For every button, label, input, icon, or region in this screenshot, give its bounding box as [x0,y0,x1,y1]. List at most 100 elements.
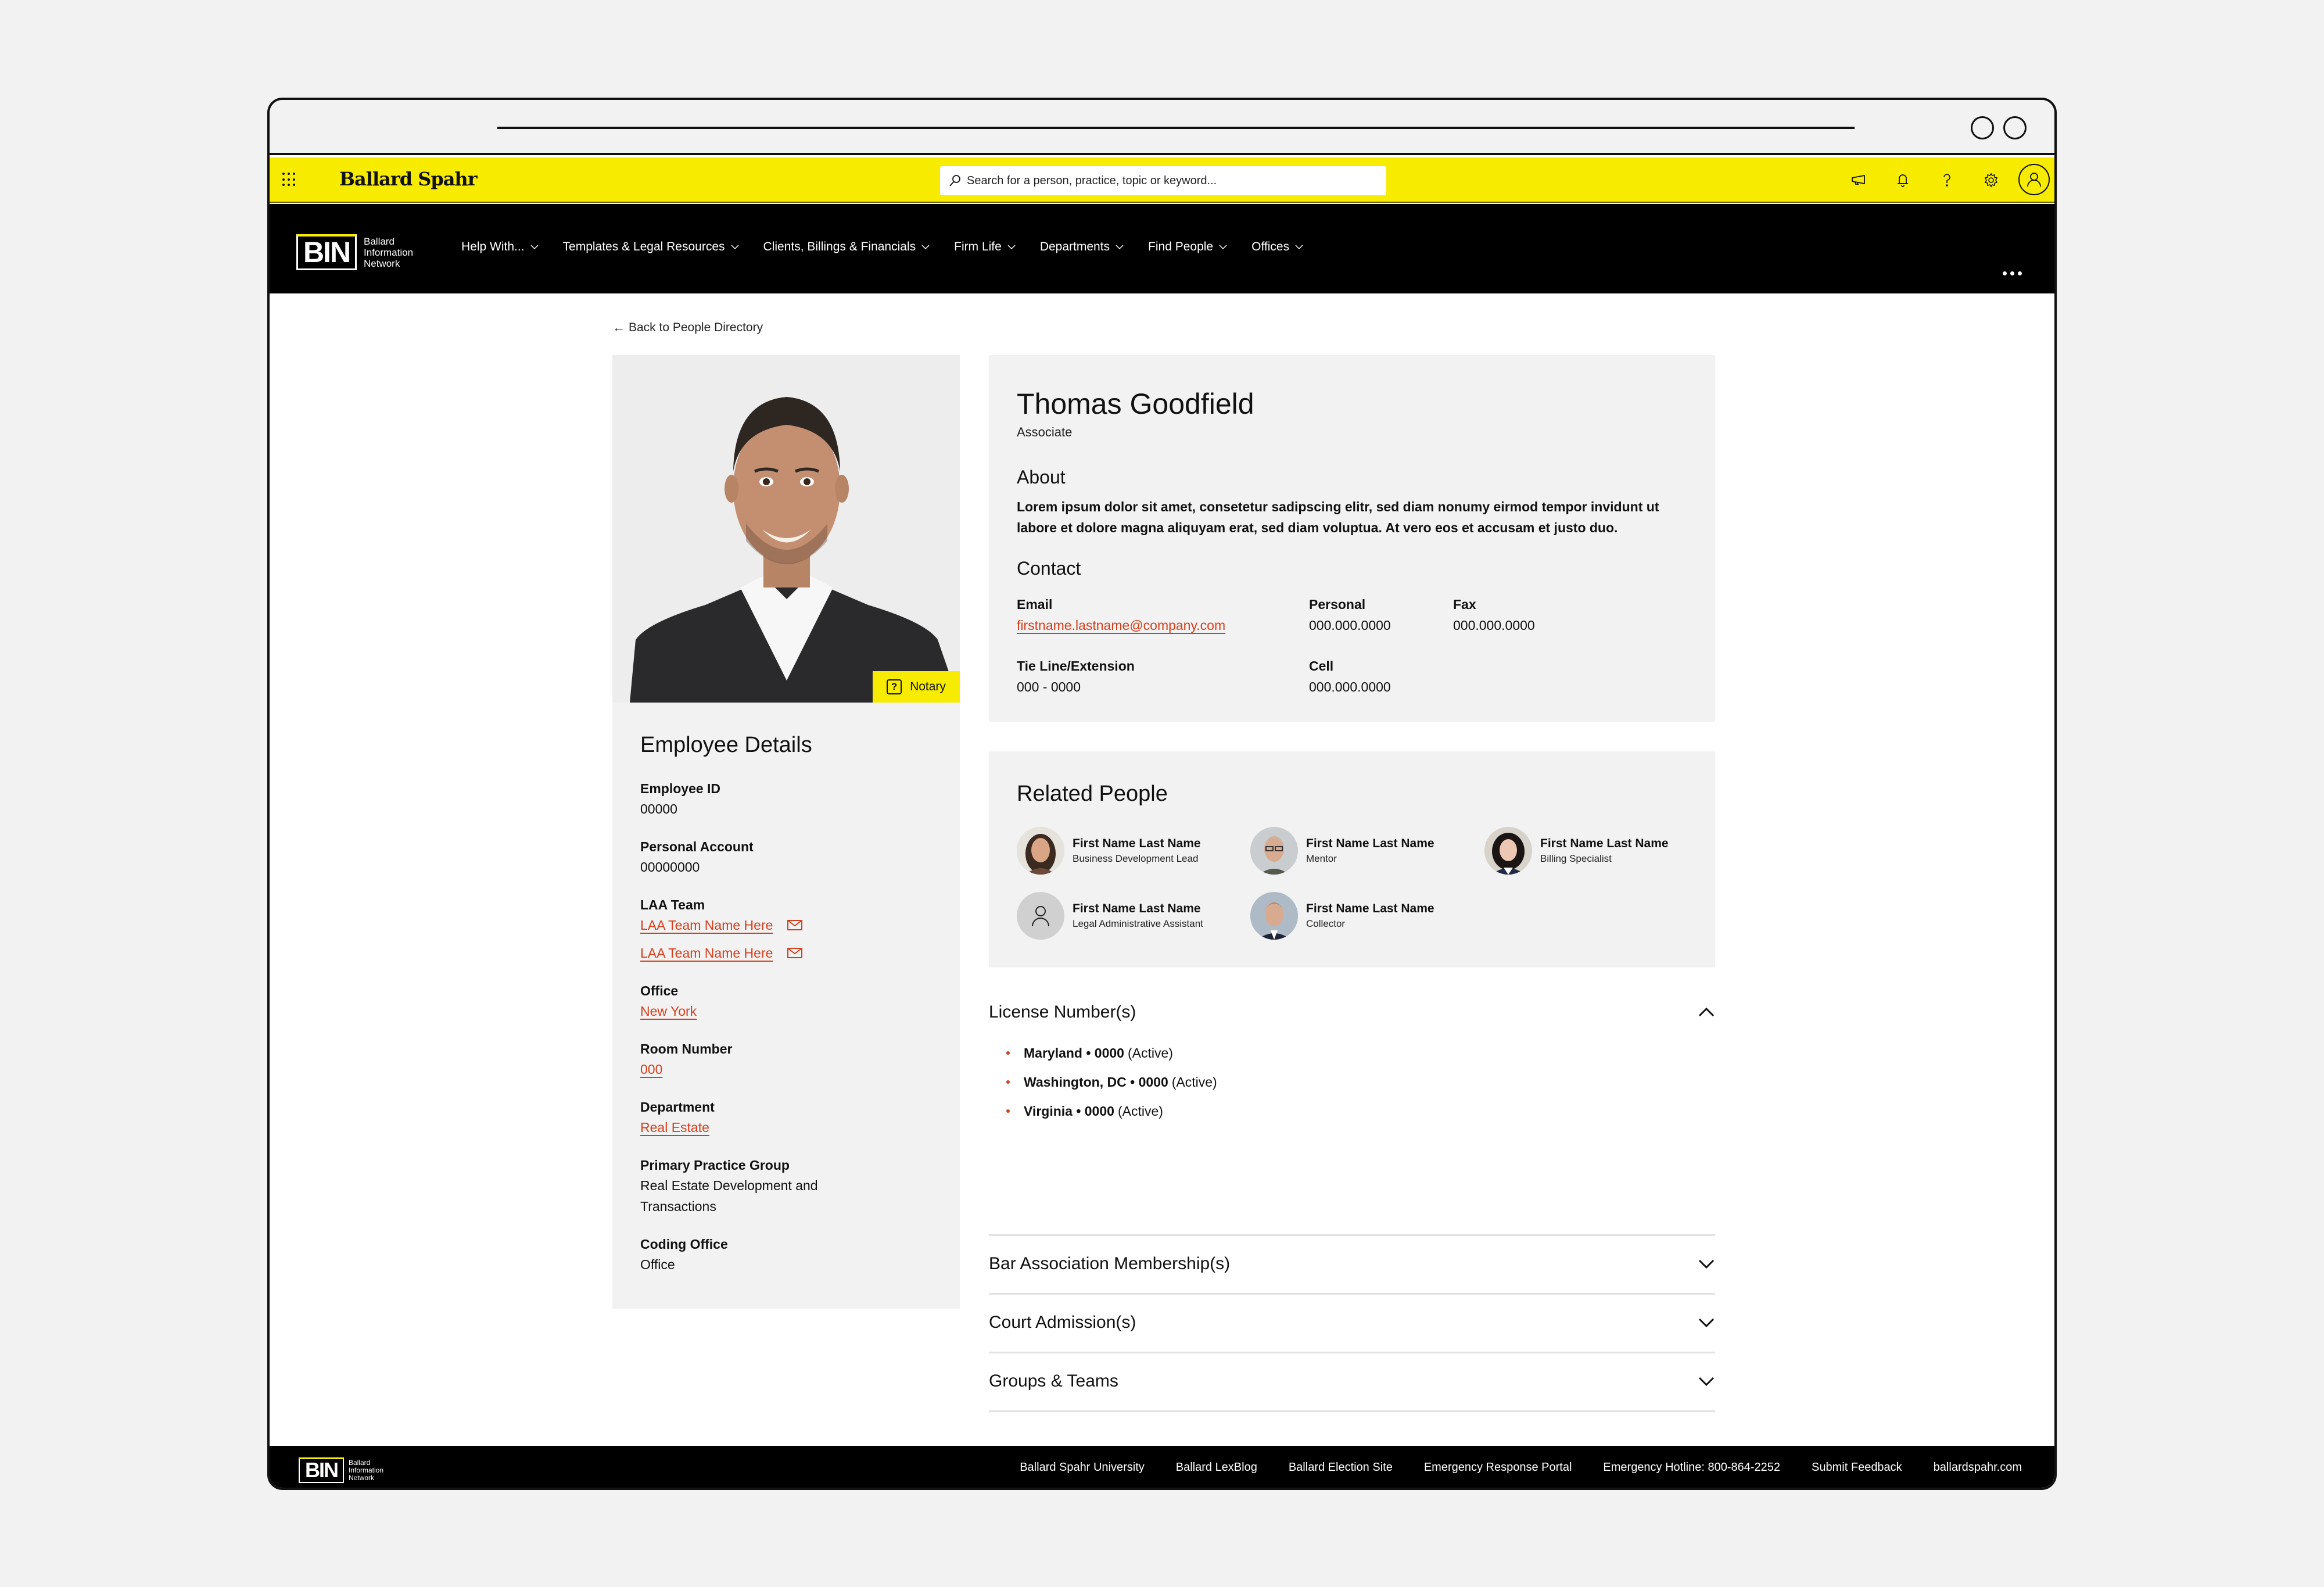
related-person[interactable]: First Name Last Name Legal Administrative… [1017,892,1203,940]
office-link[interactable]: New York [640,1004,697,1019]
footer-links: Ballard Spahr University Ballard LexBlog… [988,1461,2022,1474]
chevron-down-icon [1219,245,1227,249]
office-field: Office New York [640,983,697,1019]
nav-item-firm-life[interactable]: Firm Life [954,240,1016,254]
profile-portrait [612,355,960,703]
room-number-field: Room Number 000 [640,1041,733,1077]
license-accordion: License Number(s) Maryland • 0000 (Active… [989,998,1715,1126]
contact-grid: Email firstname.lastname@company.com Per… [1017,590,1691,700]
chevron-down-icon [1698,1259,1715,1269]
chevron-down-icon [1116,245,1124,249]
nav-item-offices[interactable]: Offices [1251,240,1303,254]
user-avatar-icon[interactable] [2018,164,2050,195]
footer-link-emergency-portal[interactable]: Emergency Response Portal [1424,1461,1572,1474]
nav-item-find-people[interactable]: Find People [1148,240,1227,254]
license-item: Washington, DC • 0000 (Active) [1006,1067,1715,1097]
court-admission-accordion: Court Admission(s) [989,1308,1715,1337]
mail-icon[interactable] [787,919,803,931]
bin-logo-text: Ballard Information Network [349,1458,384,1482]
contact-heading: Contact [1017,558,1081,579]
nav-item-clients-billings[interactable]: Clients, Billings & Financials [763,240,930,254]
bin-logo[interactable]: BIN Ballard Information Network [296,234,413,270]
chevron-down-icon [921,245,930,249]
employee-details: Employee Details Employee ID 00000 Perso… [640,733,942,1292]
groups-teams-accordion-header[interactable]: Groups & Teams [989,1367,1715,1396]
profile-photo: ? Notary [612,355,960,703]
browser-chrome [270,100,2054,155]
megaphone-icon[interactable] [1848,169,1870,191]
coding-office-field: Coding Office Office [640,1234,942,1275]
license-item: Virginia • 0000 (Active) [1006,1097,1715,1126]
department-field: Department Real Estate [640,1099,715,1135]
footer-bin-logo[interactable]: BIN Ballard Information Network [299,1457,383,1483]
bar-association-accordion-header[interactable]: Bar Association Membership(s) [989,1249,1715,1278]
room-number-link[interactable]: 000 [640,1062,662,1077]
bin-logo-text: Ballard Information Network [364,235,414,269]
main-nav: BIN Ballard Information Network Help Wit… [270,204,2054,293]
laa-team-link[interactable]: LAA Team Name Here [640,943,773,963]
search-input[interactable] [967,174,1373,188]
footer-link-lexblog[interactable]: Ballard LexBlog [1176,1461,1257,1474]
app-launcher-icon[interactable] [282,173,295,187]
nav-item-help-with[interactable]: Help With... [461,240,539,254]
person-title: Associate [1017,425,1073,439]
window-button[interactable] [2003,116,2027,139]
related-person[interactable]: First Name Last Name Mentor [1250,827,1434,875]
employee-id-field: Employee ID 00000 [640,779,942,819]
related-person[interactable]: First Name Last Name Business Development… [1017,827,1201,875]
personal-account-field: Personal Account 00000000 [640,837,942,877]
laa-team-field: LAA Team LAA Team Name Here LAA Team Nam… [640,895,942,963]
divider [989,1293,1715,1295]
chevron-down-icon [731,245,739,249]
bar-association-accordion: Bar Association Membership(s) [989,1249,1715,1278]
footer-link-website[interactable]: ballardspahr.com [1934,1461,2022,1474]
practice-group-field: Primary Practice Group Real Estate Devel… [640,1155,942,1217]
more-options-icon[interactable] [2003,271,2022,275]
nav-menu: Help With... Templates & Legal Resources… [461,240,1328,254]
department-link[interactable]: Real Estate [640,1120,709,1135]
related-person[interactable]: First Name Last Name Billing Specialist [1484,827,1669,875]
person-avatar [1484,827,1532,875]
license-accordion-header[interactable]: License Number(s) [989,998,1715,1027]
back-to-directory-link[interactable]: ← Back to People Directory [612,320,763,335]
footer-link-election-site[interactable]: Ballard Election Site [1289,1461,1393,1474]
bin-logo-mark: BIN [296,234,357,270]
address-bar[interactable] [497,127,1855,129]
gear-icon[interactable] [1980,169,2002,191]
related-person[interactable]: First Name Last Name Collector [1250,892,1434,940]
chevron-down-icon [1295,245,1303,249]
court-admission-accordion-header[interactable]: Court Admission(s) [989,1308,1715,1337]
profile-summary-card: Thomas Goodfield Associate About Lorem i… [989,355,1715,722]
nav-item-templates[interactable]: Templates & Legal Resources [563,240,739,254]
bell-icon[interactable] [1892,169,1914,191]
bin-logo-mark: BIN [299,1457,344,1483]
divider [989,1410,1715,1412]
footer-link-university[interactable]: Ballard Spahr University [1020,1461,1145,1474]
help-icon[interactable] [1936,169,1958,191]
employee-card: ? Notary Employee Details Employee ID 00… [612,355,960,1309]
person-avatar-placeholder [1017,892,1064,940]
groups-teams-accordion: Groups & Teams [989,1367,1715,1396]
footer-link-emergency-hotline[interactable]: Emergency Hotline: 800-864-2252 [1603,1461,1780,1474]
related-people-heading: Related People [1017,782,1168,806]
related-people-card: Related People First Name Last Name Busin… [989,751,1715,968]
mail-icon[interactable] [787,947,803,959]
chevron-down-icon [1007,245,1016,249]
tieline-field: Tie Line/Extension 000 - 0000 [1017,658,1135,694]
personal-phone-field: Personal 000.000.0000 [1309,597,1391,633]
window-button[interactable] [1971,116,1994,139]
laa-team-link[interactable]: LAA Team Name Here [640,915,773,936]
footer: BIN Ballard Information Network Ballard … [270,1446,2054,1488]
chevron-down-icon [530,245,539,249]
fax-field: Fax 000.000.0000 [1453,597,1535,633]
search-box[interactable] [940,166,1386,195]
arrow-left-icon: ← [612,320,625,335]
divider [989,1234,1715,1236]
user-icon [1032,906,1049,927]
search-icon [949,175,960,187]
brand-logo[interactable]: Ballard Spahr [339,168,478,190]
email-link[interactable]: firstname.lastname@company.com [1017,614,1225,636]
footer-link-feedback[interactable]: Submit Feedback [1812,1461,1902,1474]
nav-item-departments[interactable]: Departments [1040,240,1124,254]
person-avatar [1017,827,1064,875]
